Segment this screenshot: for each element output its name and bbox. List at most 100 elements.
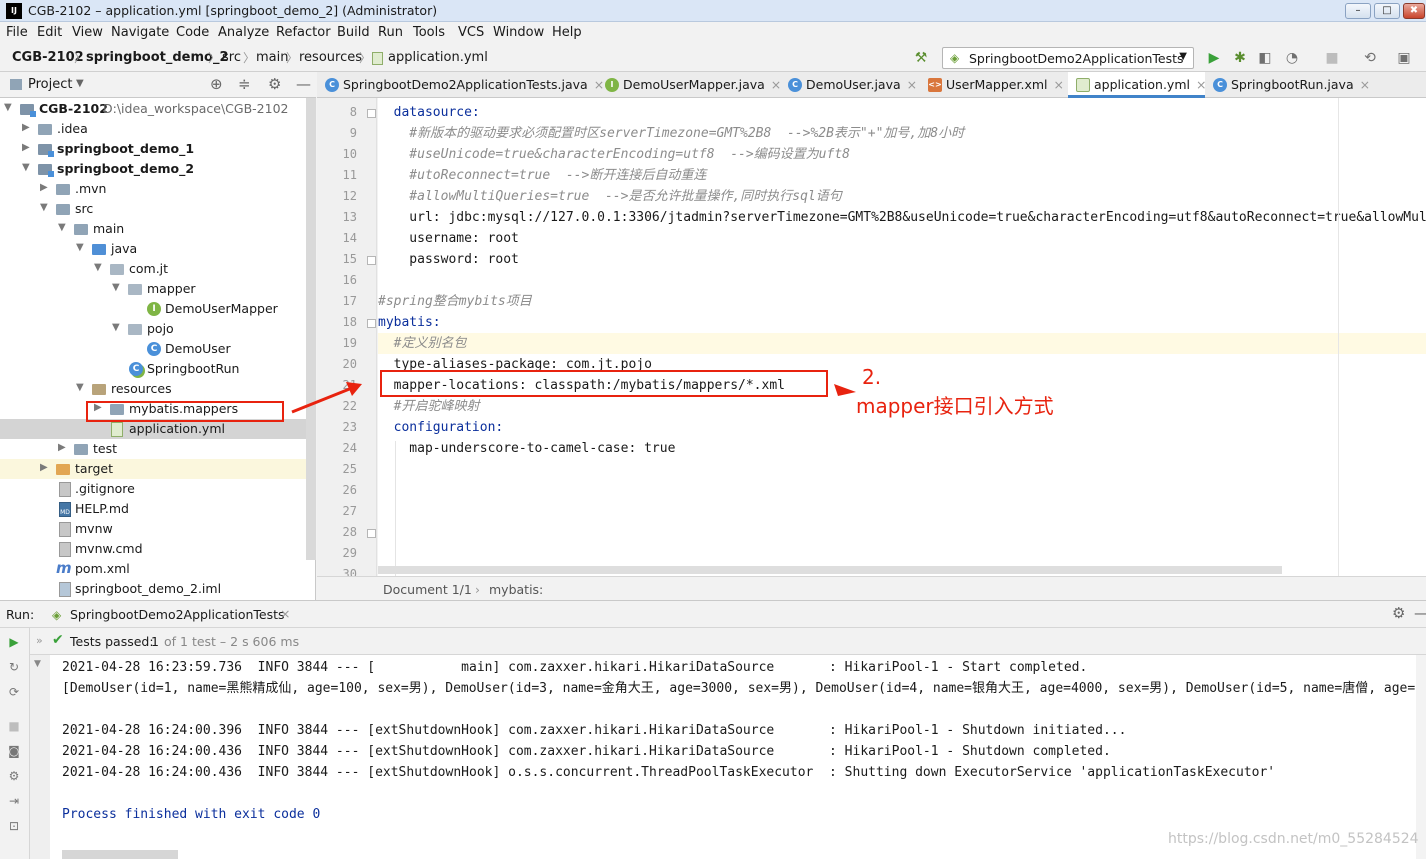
fold-marker-icon[interactable] bbox=[367, 529, 376, 538]
console-horizontal-scrollbar[interactable] bbox=[62, 850, 178, 859]
tree-item-mvn[interactable]: ▶ .mvn bbox=[0, 179, 306, 199]
expand-arrow-icon[interactable]: ▼ bbox=[94, 262, 102, 273]
tree-item-idea[interactable]: ▶ .idea bbox=[0, 119, 306, 139]
tree-item-application-yml[interactable]: application.yml bbox=[0, 419, 315, 439]
console-output[interactable]: 2021-04-28 16:23:59.736 INFO 3844 --- [ … bbox=[50, 655, 1416, 859]
stop-icon[interactable]: ■ bbox=[6, 718, 22, 734]
tree-item-src[interactable]: ▼ src bbox=[0, 199, 306, 219]
close-tab-icon[interactable]: × bbox=[1360, 77, 1370, 92]
breadcrumb-resources[interactable]: resources bbox=[299, 50, 362, 65]
close-tab-icon[interactable]: × bbox=[907, 77, 917, 92]
expand-arrow-icon[interactable]: ▼ bbox=[112, 322, 120, 333]
breadcrumb-src[interactable]: src bbox=[222, 50, 241, 65]
code-editor[interactable]: datasource: #新版本的驱动要求必须配置时区serverTimezon… bbox=[378, 98, 1426, 576]
tree-item-java[interactable]: ▼ java bbox=[0, 239, 306, 259]
tree-item-demouser[interactable]: C DemoUser bbox=[0, 339, 306, 359]
expand-arrow-icon[interactable]: ▼ bbox=[76, 382, 84, 393]
maximize-button[interactable]: □ bbox=[1374, 3, 1400, 19]
run-configuration-select[interactable]: ◈ SpringbootDemo2ApplicationTests ▼ bbox=[942, 47, 1194, 69]
project-panel-title[interactable]: Project bbox=[28, 77, 72, 92]
expand-arrow-icon[interactable]: ▶ bbox=[58, 442, 66, 453]
debug-icon[interactable]: ✱ bbox=[1231, 49, 1249, 67]
menu-window[interactable]: Window bbox=[493, 25, 544, 40]
settings-icon[interactable]: ⚙ bbox=[6, 768, 22, 784]
yaml-path-crumb[interactable]: mybatis: bbox=[489, 582, 543, 597]
restore-layout-icon[interactable]: ⇥ bbox=[6, 793, 22, 809]
tree-item-springboot-demo-1[interactable]: ▶ springboot_demo_1 bbox=[0, 139, 306, 159]
expand-arrow-icon[interactable]: ▼ bbox=[58, 222, 66, 233]
chevron-down-icon[interactable]: ▼ bbox=[76, 78, 84, 89]
menu-tools[interactable]: Tools bbox=[413, 25, 445, 40]
editor-horizontal-scrollbar[interactable] bbox=[378, 566, 1282, 574]
profile-icon[interactable]: ◔ bbox=[1283, 49, 1301, 67]
tab-springbootdemo2applicationtests[interactable]: C SpringbootDemo2ApplicationTests.java × bbox=[317, 72, 604, 98]
tree-item-pojo[interactable]: ▼ pojo bbox=[0, 319, 306, 339]
expand-arrow-icon[interactable]: ▼ bbox=[76, 242, 84, 253]
menu-help[interactable]: Help bbox=[552, 25, 582, 40]
expand-arrow-icon[interactable]: ▶ bbox=[22, 142, 30, 153]
tree-item-demousermapper[interactable]: I DemoUserMapper bbox=[0, 299, 306, 319]
tree-item-com-jt[interactable]: ▼ com.jt bbox=[0, 259, 306, 279]
fold-arrow-icon[interactable]: ▼ bbox=[34, 659, 41, 669]
expand-arrow-icon[interactable]: ▼ bbox=[112, 282, 120, 293]
locate-icon[interactable]: ⊕ bbox=[210, 75, 223, 93]
tab-springbootrun[interactable]: C SpringbootRun.java × bbox=[1205, 72, 1370, 98]
tree-item-cgb-2102[interactable]: ▼ CGB-2102 D:\idea_workspace\CGB-2102 bbox=[0, 99, 306, 119]
fold-marker-icon[interactable] bbox=[367, 109, 376, 118]
tree-item-mapper[interactable]: ▼ mapper bbox=[0, 279, 306, 299]
breadcrumb-file[interactable]: application.yml bbox=[388, 50, 488, 65]
tree-item-help-md[interactable]: MD HELP.md bbox=[0, 499, 306, 519]
build-hammer-icon[interactable]: ⚒ bbox=[912, 49, 930, 67]
expand-arrow-icon[interactable]: ▼ bbox=[4, 102, 12, 113]
expand-icon[interactable]: » bbox=[36, 634, 43, 647]
fold-marker-icon[interactable] bbox=[367, 256, 376, 265]
tab-application-yml[interactable]: application.yml × bbox=[1068, 72, 1206, 98]
collapse-all-icon[interactable]: ≑ bbox=[238, 75, 251, 93]
console-scrollbar[interactable] bbox=[1416, 655, 1426, 859]
expand-arrow-icon[interactable]: ▼ bbox=[40, 202, 48, 213]
expand-arrow-icon[interactable]: ▶ bbox=[40, 462, 48, 473]
tree-item-resources[interactable]: ▼ resources bbox=[0, 379, 306, 399]
gear-icon[interactable]: ⚙ bbox=[1392, 604, 1405, 622]
expand-arrow-icon[interactable]: ▶ bbox=[40, 182, 48, 193]
rerun-icon[interactable]: ▶ bbox=[6, 634, 22, 650]
layout-icon[interactable]: ▣ bbox=[1395, 49, 1413, 67]
run-icon[interactable]: ▶ bbox=[1205, 49, 1223, 67]
menu-view[interactable]: View bbox=[72, 25, 103, 40]
breadcrumb-project[interactable]: CGB-2102 bbox=[12, 50, 84, 65]
tree-item-iml[interactable]: springboot_demo_2.iml bbox=[0, 579, 306, 599]
menu-edit[interactable]: Edit bbox=[37, 25, 62, 40]
rerun-failed-icon[interactable]: ↻ bbox=[6, 659, 22, 675]
breadcrumb-main[interactable]: main bbox=[256, 50, 288, 65]
close-button[interactable]: ✖ bbox=[1403, 3, 1425, 19]
toggle-auto-test-icon[interactable]: ⟳ bbox=[6, 684, 22, 700]
minimize-button[interactable]: – bbox=[1345, 3, 1371, 19]
fold-marker-icon[interactable] bbox=[367, 319, 376, 328]
run-tab-label[interactable]: SpringbootDemo2ApplicationTests bbox=[70, 607, 285, 622]
tab-demouser[interactable]: C DemoUser.java × bbox=[780, 72, 920, 98]
tree-item-gitignore[interactable]: .gitignore bbox=[0, 479, 306, 499]
document-indicator[interactable]: Document 1/1 bbox=[383, 582, 472, 597]
tree-item-main[interactable]: ▼ main bbox=[0, 219, 306, 239]
coverage-icon[interactable]: ◧ bbox=[1256, 49, 1274, 67]
pin-icon[interactable]: ⊡ bbox=[6, 818, 22, 834]
menu-analyze[interactable]: Analyze bbox=[218, 25, 269, 40]
screenshot-icon[interactable]: ◙ bbox=[6, 743, 22, 759]
tree-item-pom-xml[interactable]: m pom.xml bbox=[0, 559, 306, 579]
menu-build[interactable]: Build bbox=[337, 25, 370, 40]
sync-icon[interactable]: ⟲ bbox=[1361, 49, 1379, 67]
expand-arrow-icon[interactable]: ▶ bbox=[22, 122, 30, 133]
menu-file[interactable]: File bbox=[6, 25, 28, 40]
tree-item-mvnw-cmd[interactable]: mvnw.cmd bbox=[0, 539, 306, 559]
tree-item-target[interactable]: ▶ target bbox=[0, 459, 315, 479]
menu-refactor[interactable]: Refactor bbox=[276, 25, 331, 40]
project-tree-scrollbar[interactable] bbox=[306, 98, 316, 560]
close-tab-icon[interactable]: × bbox=[1054, 77, 1064, 92]
hide-panel-icon[interactable]: — bbox=[1414, 604, 1426, 622]
expand-arrow-icon[interactable]: ▼ bbox=[22, 162, 30, 173]
tree-item-springbootrun[interactable]: C SpringbootRun bbox=[0, 359, 306, 379]
gear-icon[interactable]: ⚙ bbox=[268, 75, 281, 93]
tab-demousermapper[interactable]: I DemoUserMapper.java × bbox=[597, 72, 781, 98]
tree-item-test[interactable]: ▶ test bbox=[0, 439, 306, 459]
menu-navigate[interactable]: Navigate bbox=[111, 25, 169, 40]
